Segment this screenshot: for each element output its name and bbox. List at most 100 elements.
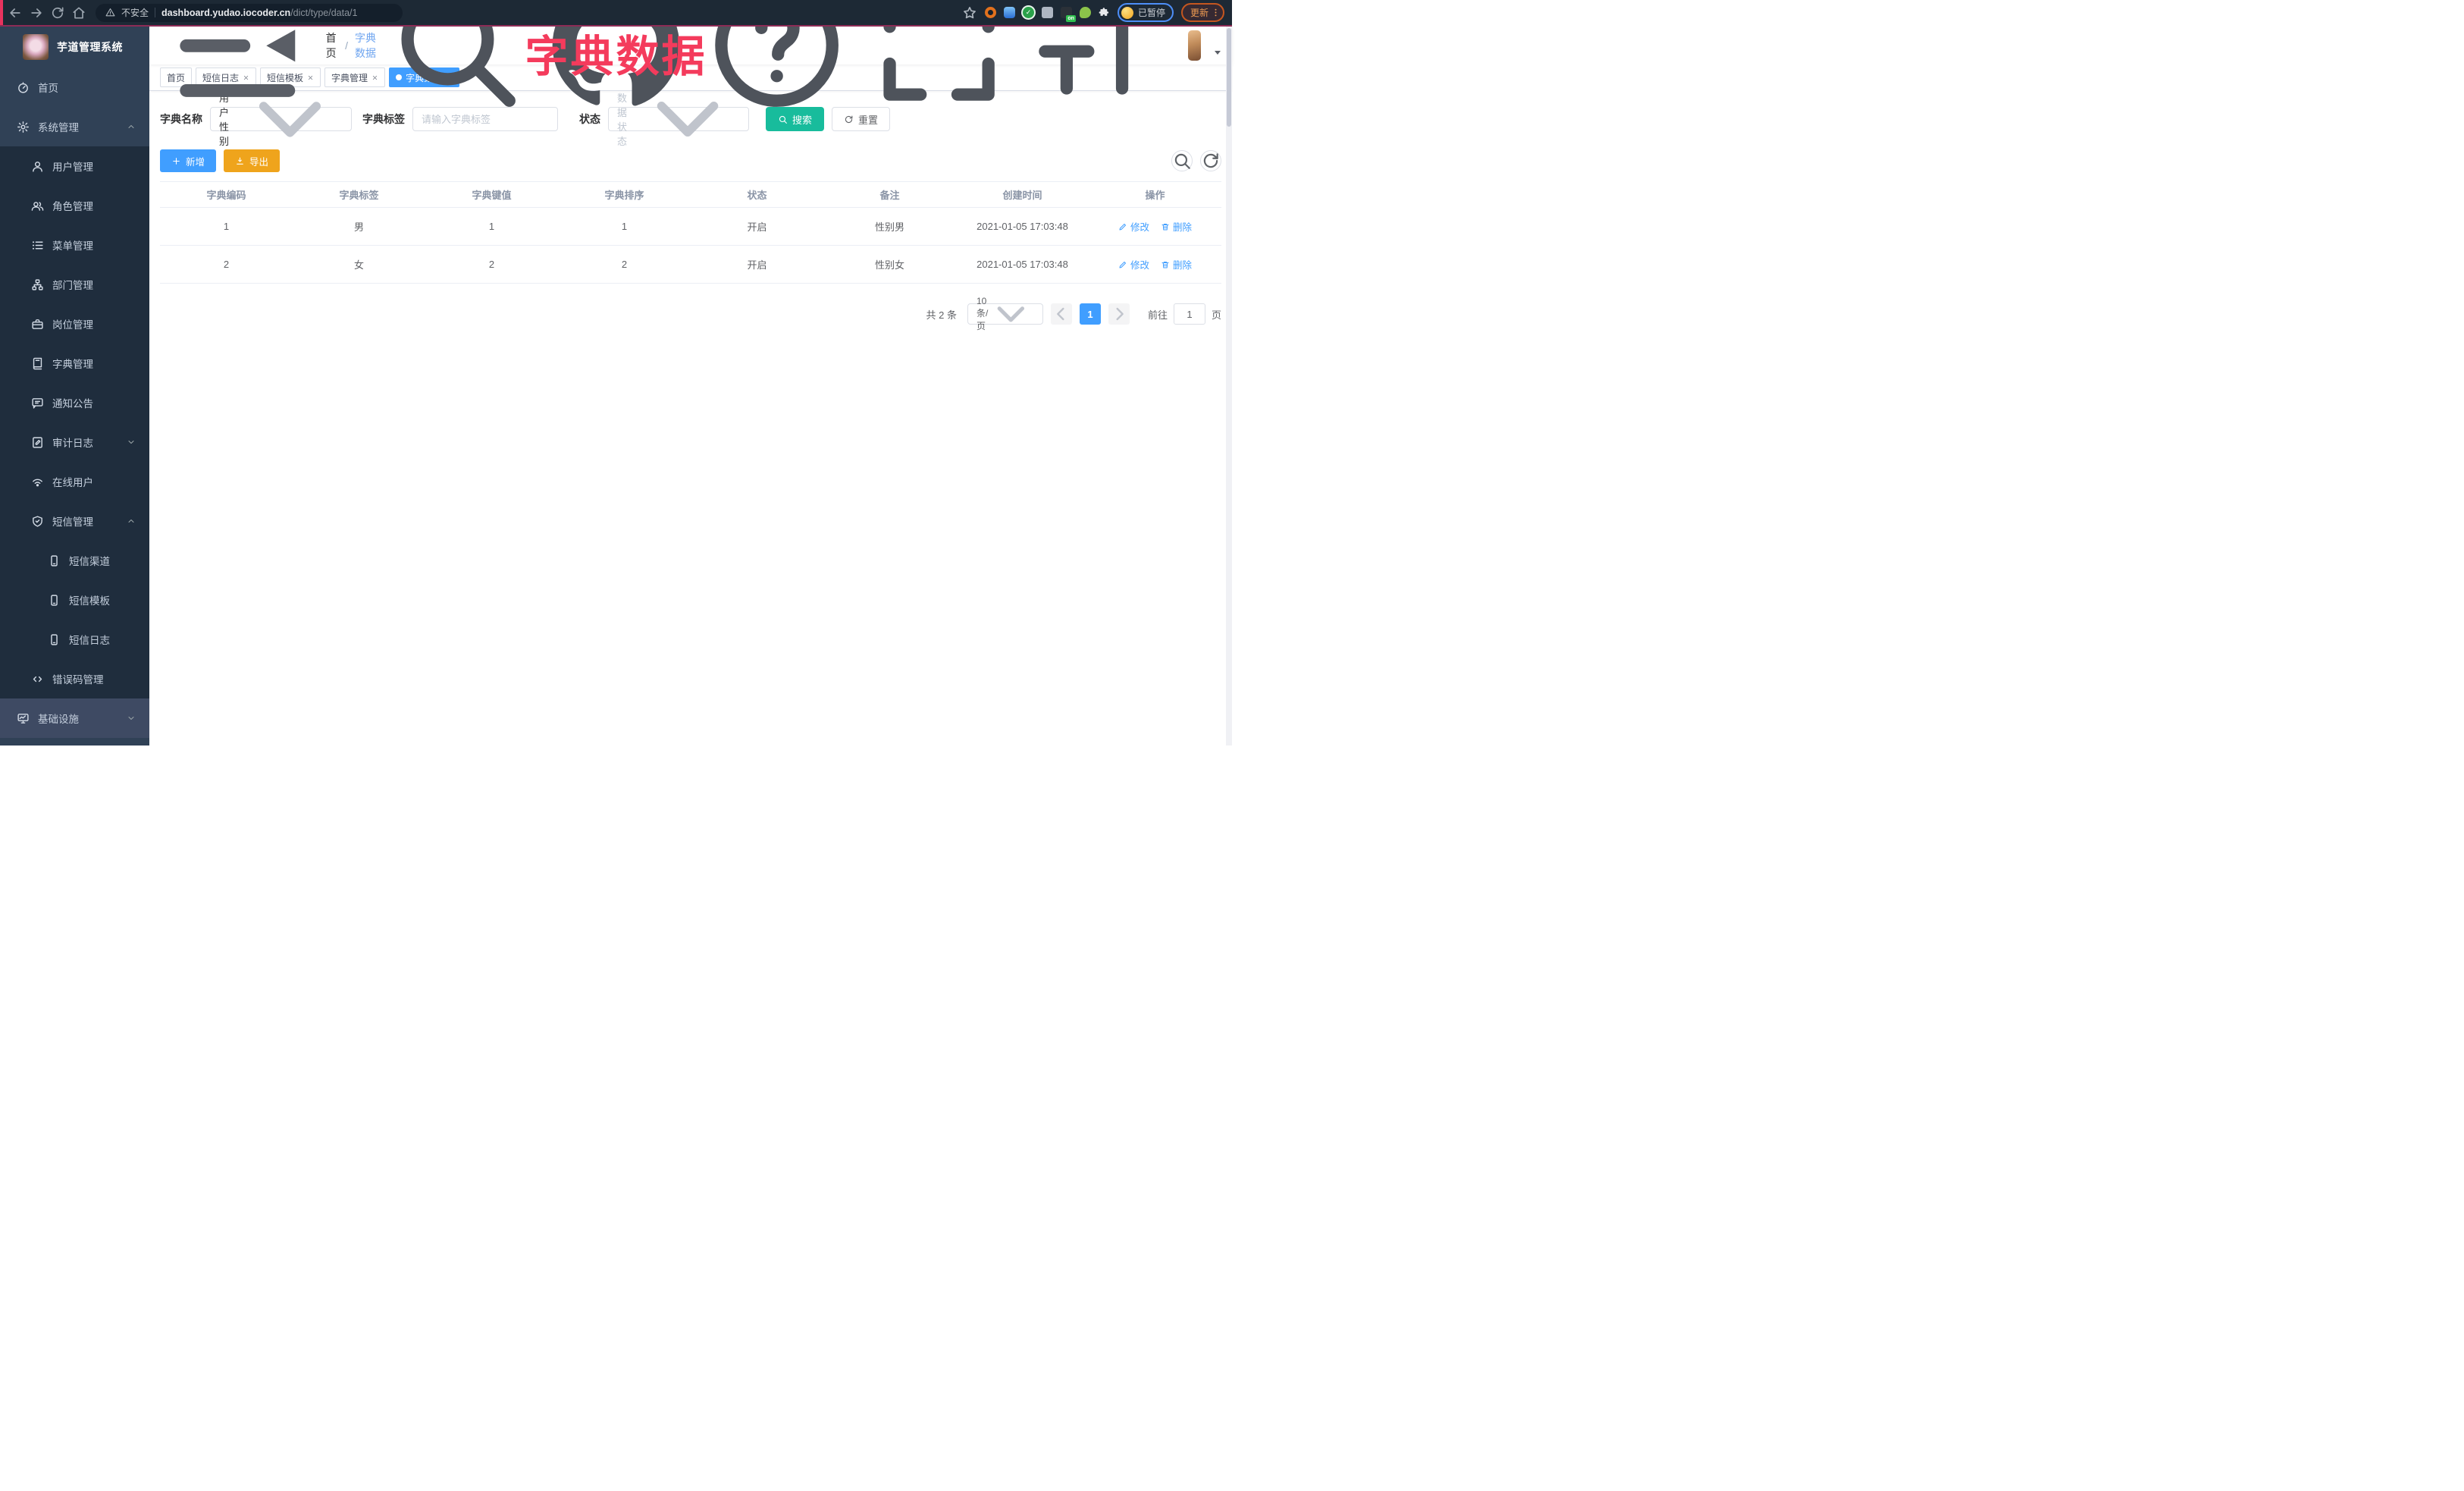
sidebar-item[interactable]: 短信模板 — [0, 580, 149, 620]
table-column-header: 字典标签 — [339, 190, 379, 201]
table-cell-created: 2021-01-05 17:03:48 — [977, 259, 1068, 270]
edit-link[interactable]: 修改 — [1118, 257, 1149, 272]
table-column-header: 字典编码 — [206, 190, 246, 201]
table-column-header: 操作 — [1145, 190, 1165, 201]
table-cell-created: 2021-01-05 17:03:48 — [977, 221, 1068, 232]
table-cell-label: 男 — [353, 221, 364, 233]
table-column-header: 备注 — [879, 190, 900, 201]
sidebar-item-label: 角色管理 — [52, 201, 93, 212]
browser-home-icon[interactable] — [71, 5, 86, 20]
table-cell-actions: 修改 删除 — [1089, 208, 1221, 245]
close-icon[interactable] — [371, 74, 378, 81]
main-area: 首页 / 字典数据 首页 短信日志 短信模板 字典管理 字典数据 字典名称 用户性别 字… — [149, 0, 1232, 746]
table-cell-sort: 1 — [621, 221, 628, 232]
export-button[interactable]: 导出 — [224, 149, 281, 172]
scrollbar-thumb[interactable] — [1227, 28, 1231, 127]
pencil-icon — [1118, 260, 1127, 269]
sidebar-item[interactable]: 通知公告 — [0, 383, 149, 422]
sidebar-item[interactable]: 菜单管理 — [0, 225, 149, 265]
sidebar-item[interactable]: 部门管理 — [0, 265, 149, 304]
browser-forward-icon[interactable] — [29, 5, 44, 20]
sidebar-item-label: 错误码管理 — [52, 674, 104, 686]
goto-page-input[interactable] — [1173, 303, 1205, 325]
sidebar-logo[interactable]: 芋道管理系统 — [0, 27, 149, 67]
breadcrumb-current: 字典数据 — [355, 32, 377, 59]
sidebar-menu: 首页系统管理用户管理角色管理菜单管理部门管理岗位管理 字典管理通知公告审计日志在线… — [0, 67, 149, 738]
sidebar-item[interactable]: 系统管理 — [0, 107, 149, 146]
extension-icon[interactable] — [1041, 7, 1053, 18]
sidebar-item[interactable]: 基础设施 — [0, 698, 149, 738]
sidebar-item[interactable]: 字典管理 — [0, 344, 149, 383]
next-page-button[interactable] — [1108, 303, 1130, 325]
table-cell-actions: 修改 删除 — [1089, 246, 1221, 283]
add-button[interactable]: 新增 — [160, 149, 217, 172]
sidebar-item[interactable]: 在线用户 — [0, 462, 149, 501]
extensions-puzzle-icon[interactable] — [1099, 7, 1110, 18]
phone-icon — [48, 594, 61, 607]
address-bar[interactable]: 不安全 dashboard.yudao.iocoder.cn/dict/type… — [96, 3, 403, 22]
breadcrumb-separator: / — [345, 39, 349, 52]
sidebar-item-label: 在线用户 — [52, 477, 93, 488]
table-cell-status: 开启 — [747, 259, 767, 271]
table-cell-status: 开启 — [747, 221, 767, 233]
sidebar-item[interactable]: 首页 — [0, 67, 149, 107]
table-cell-label: 女 — [353, 259, 364, 271]
chevron-down-icon — [127, 714, 136, 723]
extension-icon[interactable]: ✓ — [1022, 7, 1034, 18]
table-cell-remark: 性别男 — [874, 221, 904, 233]
sidebar-item[interactable]: 错误码管理 — [0, 659, 149, 698]
menu-list-icon — [31, 239, 44, 252]
page-scrollbar[interactable] — [1226, 27, 1232, 746]
code-icon — [31, 673, 44, 686]
sidebar-item[interactable]: 短信日志 — [0, 620, 149, 659]
sidebar-item[interactable]: 角色管理 — [0, 186, 149, 225]
sidebar-item-label: 短信渠道 — [69, 556, 110, 567]
extension-icon[interactable] — [1003, 7, 1015, 18]
page-size-select[interactable]: 10条/页 — [967, 296, 1043, 331]
breadcrumb-home[interactable]: 首页 — [326, 30, 339, 61]
extension-icon[interactable] — [984, 7, 996, 18]
bookmark-star-icon[interactable] — [962, 5, 977, 20]
current-page-button[interactable]: 1 — [1079, 303, 1101, 325]
browser-menu-kebab-icon[interactable] — [1211, 8, 1221, 17]
browser-back-icon[interactable] — [8, 5, 23, 20]
sidebar-item[interactable]: 短信管理 — [0, 501, 149, 541]
app-title: 芋道管理系统 — [57, 41, 123, 53]
sidebar-item[interactable]: 岗位管理 — [0, 304, 149, 344]
online-user-icon — [31, 476, 44, 488]
user-avatar[interactable] — [1188, 30, 1201, 61]
sidebar-item-label: 首页 — [38, 83, 58, 94]
sidebar-item-label: 通知公告 — [52, 398, 93, 410]
browser-reload-icon[interactable] — [50, 5, 65, 20]
sidebar-item-label: 部门管理 — [52, 280, 93, 291]
extension-icon[interactable]: on — [1060, 7, 1076, 22]
phone-icon — [48, 554, 61, 567]
profile-paused-badge[interactable]: 已暂停 — [1117, 3, 1174, 22]
table-column-header: 字典键值 — [472, 190, 512, 201]
toggle-search-button[interactable] — [1171, 150, 1193, 171]
delete-link[interactable]: 删除 — [1161, 219, 1192, 234]
chevron-down-icon — [988, 291, 1034, 337]
extension-icon[interactable] — [1079, 7, 1091, 18]
download-icon — [235, 156, 245, 166]
pagination: 共 2 条 10条/页 1 前往 页 — [160, 296, 1222, 331]
prev-page-button[interactable] — [1050, 303, 1072, 325]
sidebar-item[interactable]: 用户管理 — [0, 146, 149, 186]
table-row: 1 男 1 1 开启 性别男 2021-01-05 17:03:48 修改 删除 — [160, 208, 1221, 246]
table-cell-value: 2 — [488, 259, 495, 270]
avatar-chevron-down-icon[interactable] — [1214, 50, 1221, 55]
edit-link[interactable]: 修改 — [1118, 219, 1149, 234]
sidebar-item-label: 系统管理 — [38, 122, 79, 133]
sidebar-item[interactable]: 短信渠道 — [0, 541, 149, 580]
annotation-title-overlay: 字典数据 — [525, 33, 707, 81]
delete-link[interactable]: 删除 — [1161, 257, 1192, 272]
profile-emoji-avatar — [1121, 6, 1133, 19]
sidebar-item[interactable]: 审计日志 — [0, 422, 149, 462]
browser-update-button[interactable]: 更新 — [1180, 3, 1224, 22]
extension-on-badge: on — [1066, 15, 1076, 22]
refresh-table-button[interactable] — [1200, 150, 1221, 171]
url-path: /dict/type/data/1 — [290, 7, 358, 18]
sidebar-item-label: 短信日志 — [69, 635, 110, 646]
goto-label: 前往 — [1147, 309, 1168, 321]
page-unit-label: 页 — [1211, 309, 1221, 321]
